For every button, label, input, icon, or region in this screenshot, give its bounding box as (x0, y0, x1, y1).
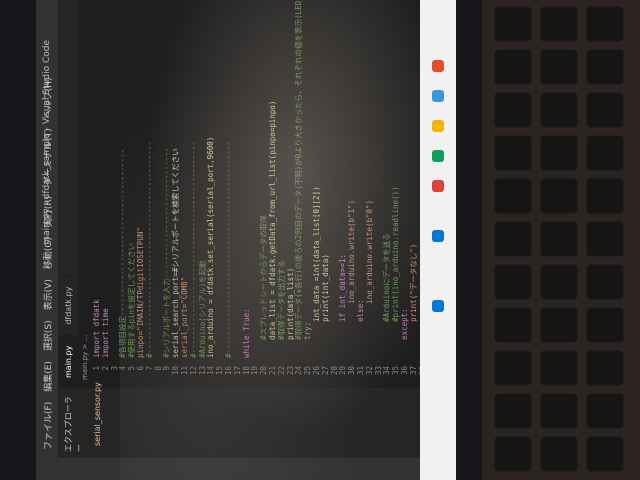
keyboard-key (540, 92, 578, 128)
keyboard-key (540, 178, 578, 214)
keyboard-key (540, 135, 578, 171)
keyboard-key (494, 49, 532, 85)
keyboard-key (540, 393, 578, 429)
keyboard-key (586, 436, 624, 472)
menu-selection[interactable]: 選択(S) (41, 320, 54, 351)
keyboard-key (494, 264, 532, 300)
keyboard (482, 0, 640, 480)
keyboard-key (586, 135, 624, 171)
keyboard-key (586, 393, 624, 429)
line-number: 2 (100, 366, 110, 371)
explorer-header: エクスプローラー (64, 396, 84, 452)
app-icon[interactable] (432, 60, 444, 72)
keyboard-key (586, 221, 624, 257)
keyboard-key (540, 221, 578, 257)
keyboard-key (586, 49, 624, 85)
keyboard-key (494, 221, 532, 257)
keyboard-key (540, 436, 578, 472)
keyboard-key (586, 350, 624, 386)
keyboard-key (494, 350, 532, 386)
folder-icon[interactable] (432, 120, 444, 132)
keyboard-key (494, 135, 532, 171)
code-line[interactable]: 2 import time (101, 308, 110, 388)
screen-reflection (120, 0, 420, 480)
line-number: 3 (109, 366, 119, 371)
code-line[interactable]: 3 (110, 358, 119, 388)
tab-main-py[interactable]: main.py (58, 334, 78, 388)
breadcrumb[interactable]: main.py > ... (78, 0, 92, 388)
keyboard-key (494, 393, 532, 429)
window-title: main.py - dfdatk_sample - Visual Studio … (42, 40, 52, 245)
code-line[interactable]: 1 import dfdatk (92, 299, 101, 388)
keyboard-key (494, 436, 532, 472)
title-bar: ファイル(F) 編集(E) 選択(S) 表示(V) 移動(G) 実行(R) ター… (36, 0, 58, 480)
keyboard-key (540, 49, 578, 85)
editor-tabs: main.py dfdatk.py (58, 0, 78, 388)
keyboard-key (586, 6, 624, 42)
windows-taskbar (420, 0, 456, 480)
keyboard-key (540, 264, 578, 300)
keyboard-key (494, 6, 532, 42)
keyboard-key (494, 307, 532, 343)
keyboard-key (494, 178, 532, 214)
keyboard-key (540, 6, 578, 42)
vscode-icon[interactable] (432, 230, 444, 242)
keyboard-key (586, 92, 624, 128)
tab-dfdatk-py[interactable]: dfdatk.py (58, 275, 78, 335)
menu-view[interactable]: 表示(V) (41, 279, 54, 310)
line-number: 1 (92, 366, 101, 371)
photo-scene: ファイル(F) 編集(E) 選択(S) 表示(V) 移動(G) 実行(R) ター… (0, 0, 640, 480)
code-text: import dfdatk (92, 299, 101, 358)
menu-edit[interactable]: 編集(E) (41, 361, 54, 392)
start-icon[interactable] (432, 300, 444, 312)
code-text: import time (100, 308, 110, 358)
app-icon[interactable] (432, 180, 444, 192)
menu-file[interactable]: ファイル(F) (41, 402, 54, 450)
keyboard-key (586, 178, 624, 214)
keyboard-key (540, 350, 578, 386)
keyboard-key (586, 264, 624, 300)
browser-icon[interactable] (432, 150, 444, 162)
app-icon[interactable] (432, 90, 444, 102)
explorer-file-item[interactable]: serial_sensor.py (90, 382, 105, 458)
keyboard-key (494, 92, 532, 128)
keyboard-key (540, 307, 578, 343)
keyboard-key (586, 307, 624, 343)
